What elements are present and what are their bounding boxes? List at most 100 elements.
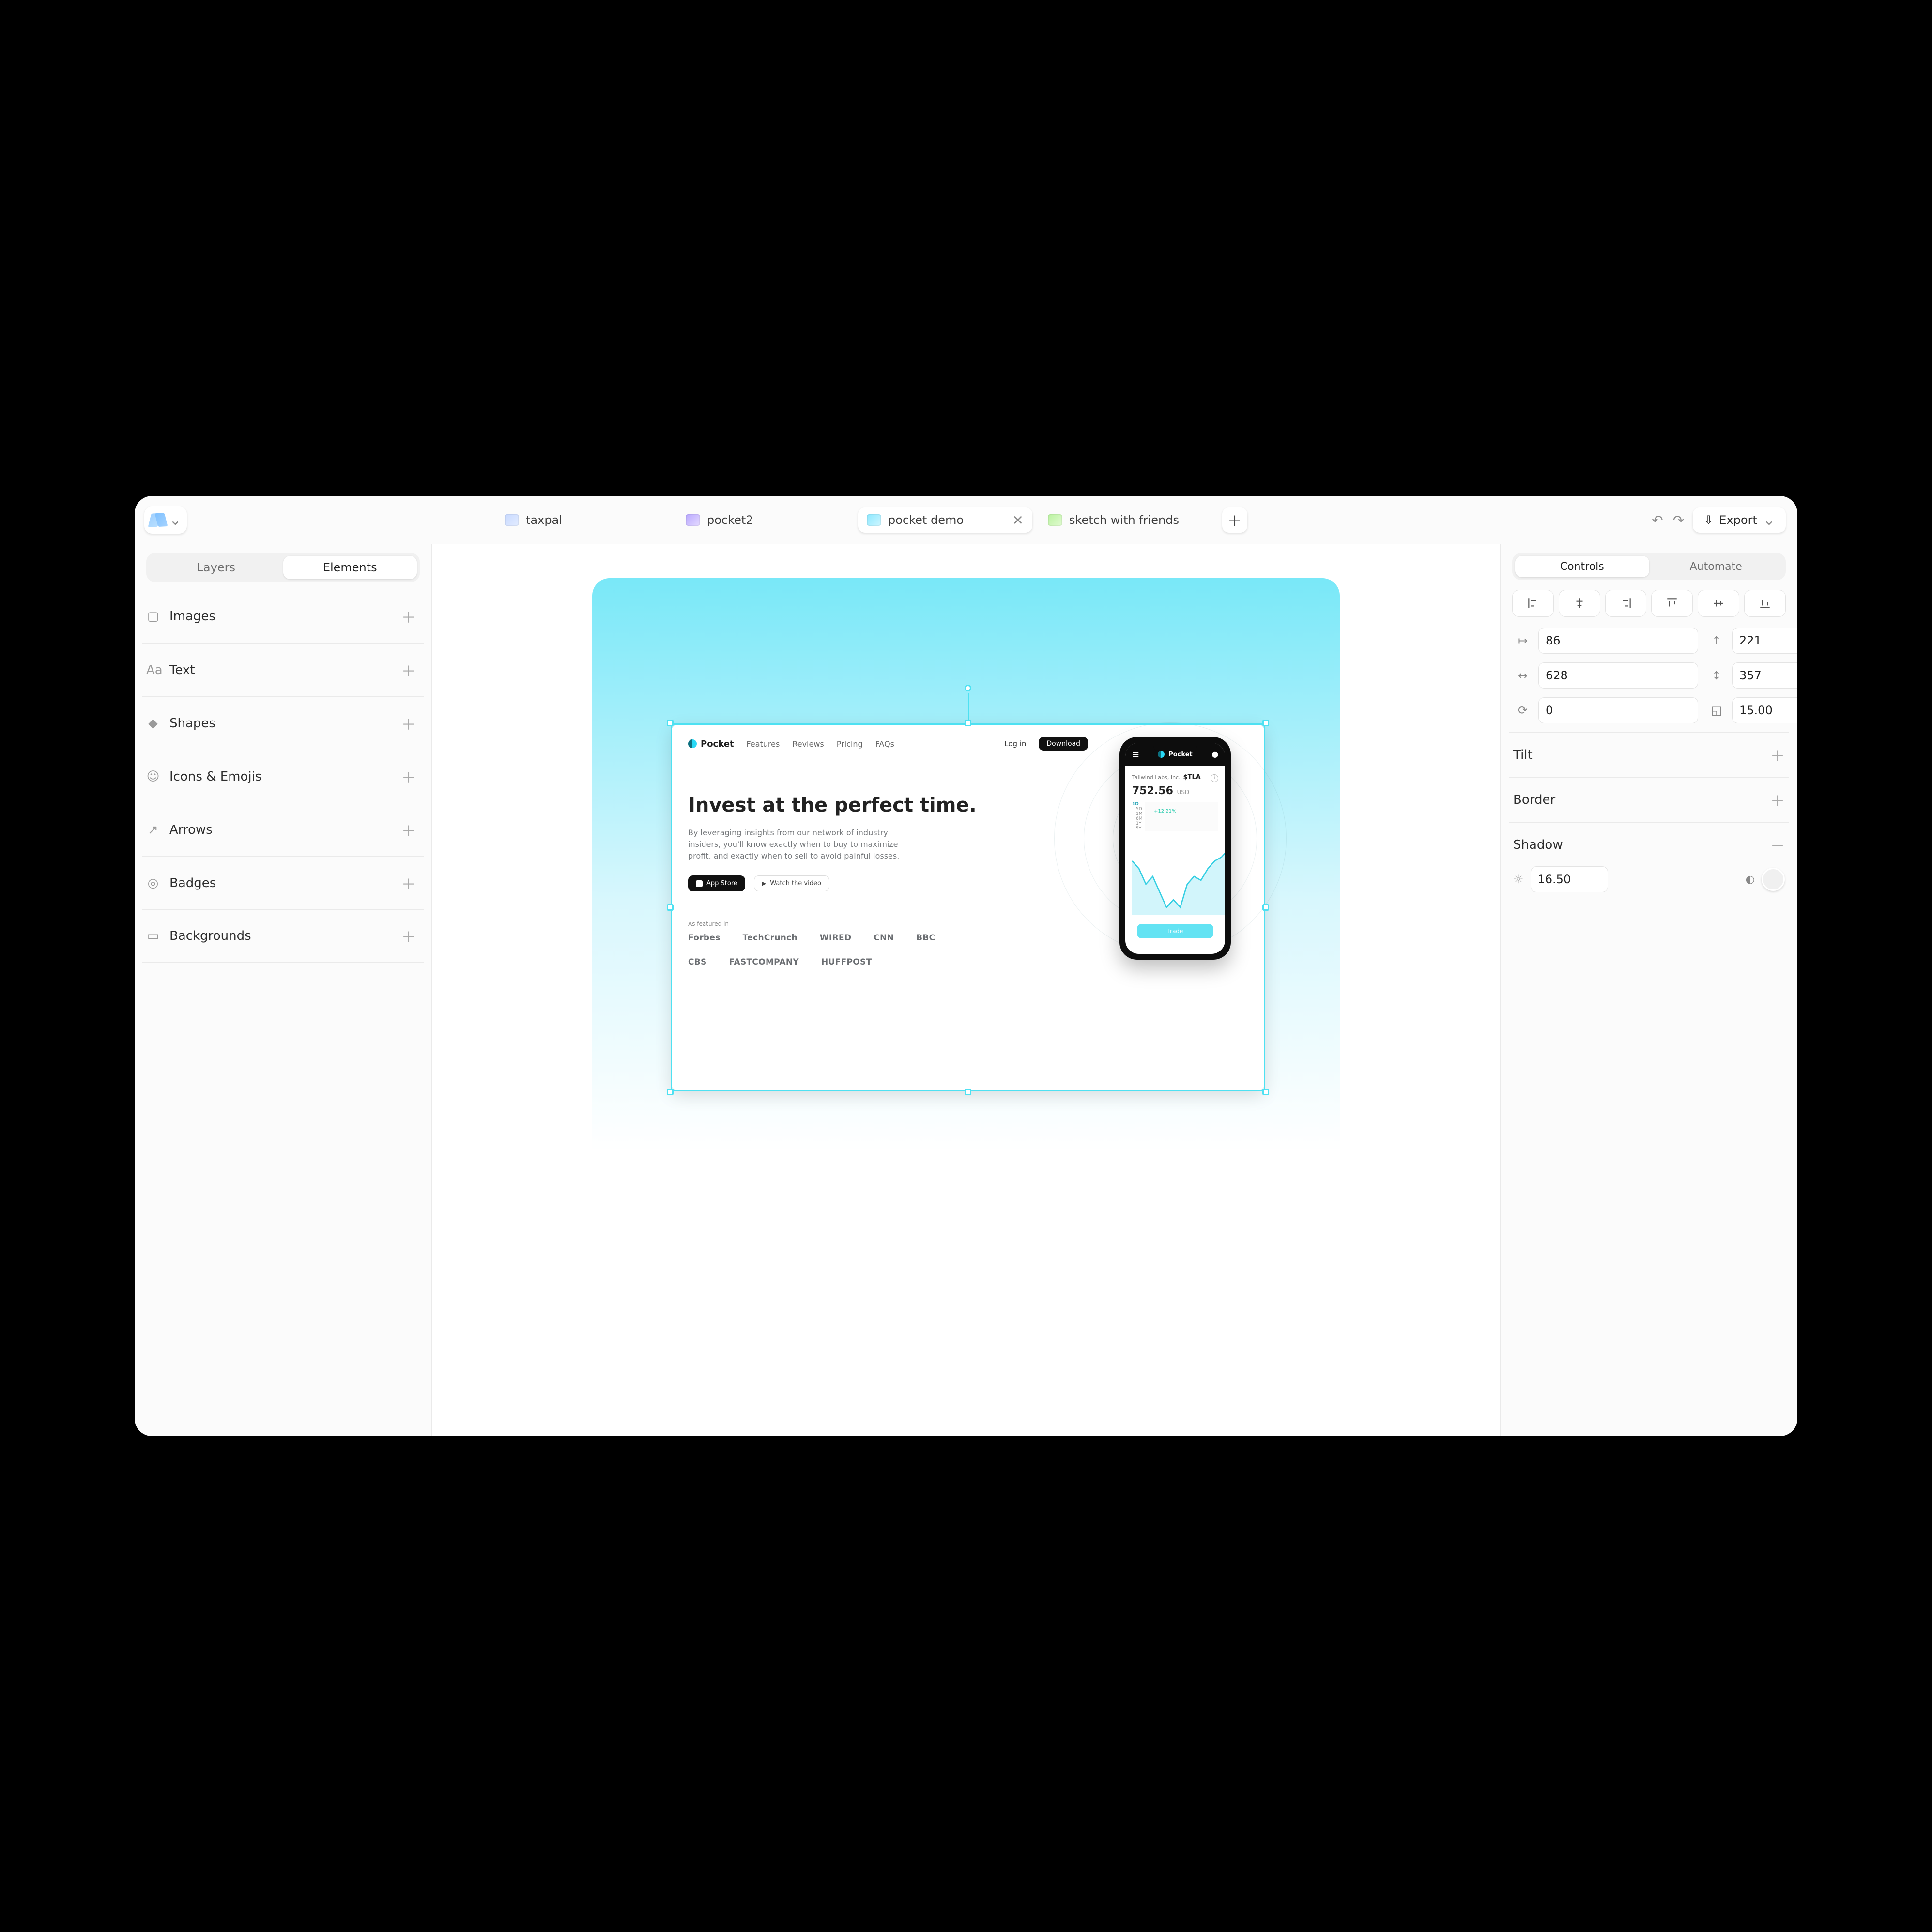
shadow-value-input[interactable] <box>1531 866 1608 892</box>
export-label: Export <box>1719 513 1757 527</box>
chevron-down-icon: ⌄ <box>169 512 181 529</box>
tab-layers[interactable]: Layers <box>149 556 283 579</box>
align-right-button[interactable] <box>1605 590 1647 617</box>
rotation-input[interactable] <box>1538 697 1698 723</box>
chevron-down-icon: ⌄ <box>1763 512 1775 529</box>
y-input[interactable] <box>1732 628 1797 654</box>
tab-icon <box>1048 514 1062 526</box>
category-backgrounds[interactable]: ▭Backgrounds＋ <box>142 909 424 963</box>
resize-handle-br[interactable] <box>1262 1089 1269 1095</box>
topbar: ⌄ taxpal pocket2 pocket demo✕ sketch with f… <box>135 496 1797 544</box>
app-menu-button[interactable]: ⌄ <box>144 506 187 534</box>
category-shapes[interactable]: ◆Shapes＋ <box>142 696 424 750</box>
category-text[interactable]: AaText＋ <box>142 643 424 696</box>
tab-icon <box>686 514 700 526</box>
add-icon[interactable]: ＋ <box>401 713 416 734</box>
badge-icon: ◎ <box>146 876 160 890</box>
shadow-color-swatch[interactable] <box>1762 868 1785 891</box>
resize-handle-bl[interactable] <box>667 1089 674 1095</box>
color-wheel-icon[interactable]: ◐ <box>1746 874 1755 886</box>
add-icon[interactable]: ＋ <box>401 766 416 787</box>
height-input[interactable] <box>1732 662 1797 689</box>
plus-icon[interactable]: ＋ <box>1770 744 1785 766</box>
resize-handle-b[interactable] <box>965 1089 971 1095</box>
tab-taxpal[interactable]: taxpal <box>496 507 670 533</box>
tab-pocket2[interactable]: pocket2 <box>677 507 851 533</box>
category-arrows[interactable]: ↗ Arrows ＋ <box>142 803 424 856</box>
tab-sketch-with-friends[interactable]: sketch with friends <box>1039 507 1213 533</box>
y-icon: ↥ <box>1706 634 1727 647</box>
add-icon[interactable]: ＋ <box>401 606 416 627</box>
selection-outline <box>671 723 1265 1091</box>
width-input[interactable] <box>1538 662 1698 689</box>
alignment-row <box>1512 590 1786 617</box>
add-tab-button[interactable]: ＋ <box>1222 507 1247 533</box>
align-left-button[interactable] <box>1512 590 1554 617</box>
add-icon[interactable]: ＋ <box>401 925 416 947</box>
height-icon: ↕ <box>1706 669 1727 682</box>
emoji-icon: ☺ <box>146 769 160 784</box>
download-icon: ⇩ <box>1703 513 1713 527</box>
element-categories: ▢Images＋AaText＋◆Shapes＋☺Icons & Emojis＋↗… <box>142 590 424 963</box>
resize-handle-r[interactable] <box>1262 904 1269 911</box>
category-label: Badges <box>169 876 216 890</box>
category-label: Shapes <box>169 716 215 731</box>
extra-row: ⟳ ◱ <box>1512 697 1786 723</box>
export-button[interactable]: ⇩ Export ⌄ <box>1693 507 1786 533</box>
align-top-button[interactable] <box>1651 590 1693 617</box>
left-segmented: Layers Elements <box>146 553 420 582</box>
radius-input[interactable] <box>1732 697 1797 723</box>
redo-button[interactable]: ↷ <box>1673 512 1684 528</box>
selection: Pocket Features Reviews Pricing FAQs Log… <box>671 723 1265 1091</box>
undo-button[interactable]: ↶ <box>1652 512 1663 528</box>
category-icons-emojis[interactable]: ☺Icons & Emojis＋ <box>142 750 424 803</box>
tab-bar: taxpal pocket2 pocket demo✕ sketch with fri… <box>496 507 1213 533</box>
minus-icon[interactable]: － <box>1770 834 1785 856</box>
image-icon: ▢ <box>146 609 160 624</box>
category-label: Images <box>169 609 215 624</box>
align-vcenter-button[interactable] <box>1698 590 1739 617</box>
add-icon[interactable]: ＋ <box>401 659 416 681</box>
resize-handle-tr[interactable] <box>1262 720 1269 726</box>
add-icon[interactable]: ＋ <box>401 819 416 841</box>
artboard[interactable]: Pocket Features Reviews Pricing FAQs Log… <box>592 578 1340 1295</box>
close-tab-icon[interactable]: ✕ <box>1012 512 1024 528</box>
align-hcenter-button[interactable] <box>1559 590 1600 617</box>
tab-label: taxpal <box>526 513 562 527</box>
main: Layers Elements ▢Images＋AaText＋◆Shapes＋☺… <box>135 544 1797 1436</box>
tab-automate[interactable]: Automate <box>1649 556 1783 577</box>
align-bottom-button[interactable] <box>1744 590 1786 617</box>
category-images[interactable]: ▢ Images ＋ <box>142 590 424 643</box>
tab-pocket-demo[interactable]: pocket demo✕ <box>858 507 1032 533</box>
category-label: Arrows <box>169 823 213 837</box>
add-icon[interactable]: ＋ <box>401 873 416 894</box>
tab-elements[interactable]: Elements <box>283 556 417 579</box>
position-row: ↦ ↥ <box>1512 628 1786 654</box>
plus-icon[interactable]: ＋ <box>1770 789 1785 811</box>
section-label: Shadow <box>1513 838 1563 852</box>
phone-notch <box>1153 743 1197 751</box>
resize-handle-t[interactable] <box>965 720 971 726</box>
canvas[interactable]: Pocket Features Reviews Pricing FAQs Log… <box>432 544 1500 1436</box>
category-badges[interactable]: ◎ Badges ＋ <box>142 856 424 909</box>
section-label: Border <box>1513 793 1555 807</box>
left-panel: Layers Elements ▢Images＋AaText＋◆Shapes＋☺… <box>135 544 432 1436</box>
tab-controls[interactable]: Controls <box>1515 556 1649 577</box>
x-input[interactable] <box>1538 628 1698 654</box>
category-label: Backgrounds <box>169 929 251 943</box>
resize-handle-tl[interactable] <box>667 720 674 726</box>
section-shadow[interactable]: Shadow － ☼ ◐ <box>1509 822 1789 904</box>
rotation-handle[interactable] <box>965 685 971 691</box>
tab-icon <box>867 514 881 526</box>
sun-icon: ☼ <box>1513 873 1524 886</box>
right-segmented: Controls Automate <box>1512 553 1786 580</box>
resize-handle-l[interactable] <box>667 904 674 911</box>
section-border[interactable]: Border ＋ <box>1509 777 1789 822</box>
tab-icon <box>505 514 519 526</box>
tab-label: sketch with friends <box>1069 513 1179 527</box>
x-icon: ↦ <box>1512 634 1533 647</box>
category-label: Text <box>169 663 195 677</box>
arrow-icon: ↗ <box>146 823 160 837</box>
shadow-controls: ☼ ◐ <box>1513 866 1785 892</box>
section-tilt[interactable]: Tilt＋ <box>1509 732 1789 777</box>
